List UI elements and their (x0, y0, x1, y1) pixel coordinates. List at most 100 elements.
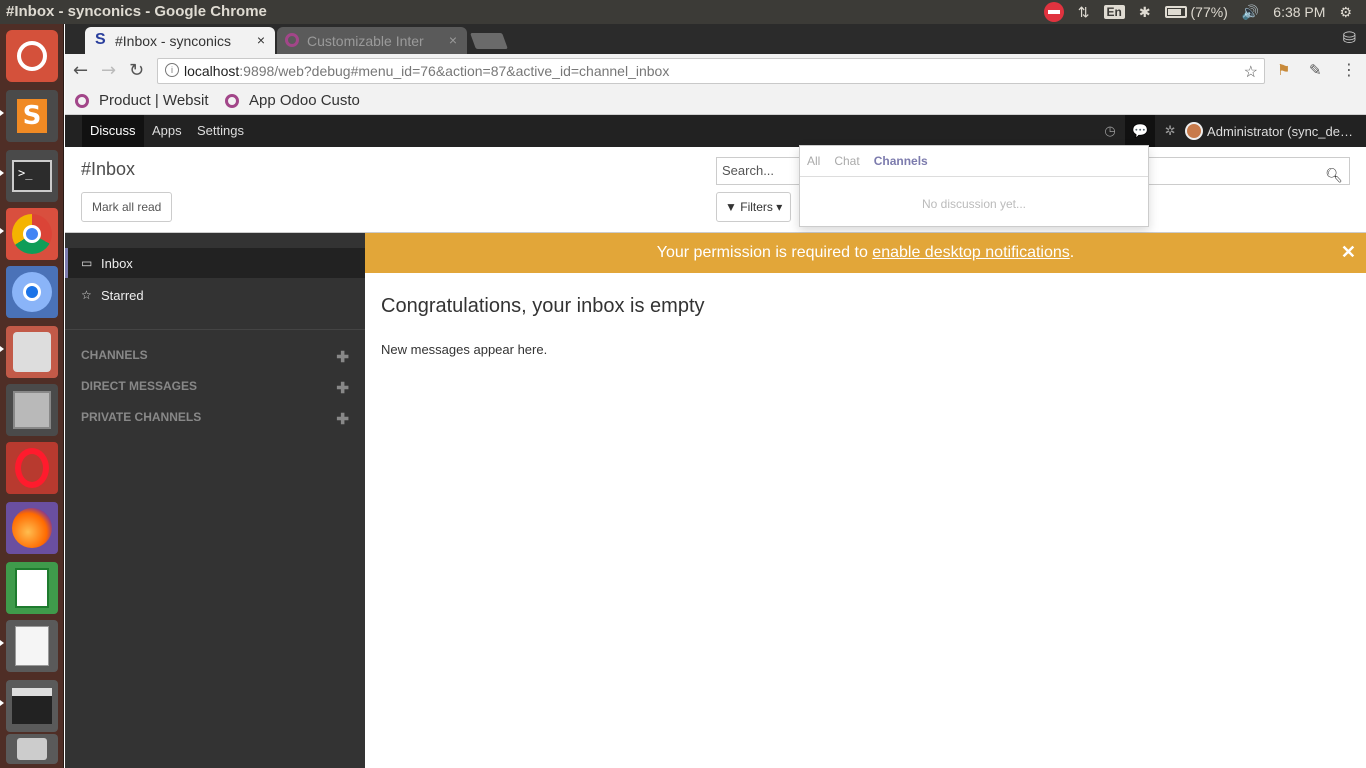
enable-notifications-link[interactable]: enable desktop notifications (872, 244, 1069, 262)
battery-indicator[interactable]: (77%) (1164, 4, 1228, 20)
filters-button[interactable]: ▼ Filters ▾ (716, 192, 792, 222)
extension-icon[interactable]: ⚑ (1277, 61, 1290, 79)
menu-apps[interactable]: Apps (144, 115, 190, 147)
sidebar-item-label: Starred (101, 287, 144, 303)
notification-banner: Your permission is required to enable de… (365, 233, 1366, 273)
filter-channels[interactable]: Channels (874, 154, 928, 168)
running-indicator (0, 228, 4, 234)
odoo-ring-icon (75, 93, 89, 108)
star-icon[interactable]: ☆ (1244, 62, 1258, 82)
search-icon[interactable]: 🔍︎ (1325, 162, 1343, 188)
synconics-favicon-icon: S (95, 31, 106, 48)
discuss-sidebar: ▭ Inbox ☆ Starred CHANNELS ✚ DIRECT MESS… (65, 233, 365, 768)
window-title: #Inbox - synconics - Google Chrome (6, 3, 267, 20)
banner-suffix: . (1069, 244, 1075, 261)
disk-icon[interactable] (6, 326, 58, 378)
odoo-navbar: Discuss Apps Settings ◷ 💬 ✲ Administrato… (65, 115, 1366, 147)
new-tab-button[interactable] (470, 33, 508, 49)
opera-icon[interactable] (6, 442, 58, 494)
back-icon[interactable]: ← (73, 60, 88, 81)
empty-inbox-heading: Congratulations, your inbox is empty (381, 295, 705, 317)
terminal-icon[interactable]: >_ (6, 150, 58, 202)
no-entry-icon[interactable] (1043, 2, 1064, 22)
dropdown-tabs: All Chat Channels (800, 146, 1148, 177)
browser-frame: S #Inbox - synconics × Customizable Inte… (65, 24, 1366, 115)
add-channel-icon[interactable]: ✚ (336, 348, 349, 366)
tab-label: Customizable Inter (307, 33, 424, 49)
tab-customizable[interactable]: Customizable Inter × (277, 27, 467, 55)
add-private-channel-icon[interactable]: ✚ (336, 410, 349, 428)
firefox-icon[interactable] (6, 502, 58, 554)
bookmark-label: Product | Websit (99, 92, 209, 109)
running-indicator (0, 170, 4, 176)
gear-icon[interactable]: ⚙ (1339, 4, 1352, 21)
system-tray: ⇅ En ✱ (77%) 🔊 6:38 PM ⚙ (1043, 0, 1366, 24)
section-private-channels[interactable]: PRIVATE CHANNELS ✚ (81, 410, 349, 428)
odoo-ring-icon (225, 93, 239, 108)
url-host: localhost (184, 63, 240, 79)
empty-inbox-text: New messages appear here. (381, 342, 548, 357)
odoo-favicon-icon (285, 33, 299, 47)
section-direct-messages[interactable]: DIRECT MESSAGES ✚ (81, 379, 349, 397)
running-indicator (0, 346, 4, 352)
close-icon[interactable]: ✕ (1341, 242, 1356, 263)
empty-message: No discussion yet... (921, 197, 1027, 211)
close-icon[interactable]: × (257, 32, 265, 48)
file-manager-icon[interactable] (6, 384, 58, 436)
filter-icon: ▼ (725, 200, 737, 214)
tab-label: #Inbox - synconics (115, 33, 231, 49)
menu-discuss[interactable]: Discuss (82, 115, 144, 147)
mark-all-read-button[interactable]: Mark all read (81, 192, 173, 222)
chromium-icon[interactable] (6, 266, 58, 318)
sublime-text-icon[interactable]: S (6, 90, 58, 142)
odoo-systray: ◷ 💬 ✲ Administrator (sync_de… (1095, 115, 1366, 147)
add-dm-icon[interactable]: ✚ (336, 379, 349, 397)
spreadsheet-icon[interactable] (6, 562, 58, 614)
info-icon[interactable]: i (165, 63, 179, 77)
address-bar[interactable]: i localhost:9898/web?debug#menu_id=76&ac… (157, 58, 1265, 84)
network-icon[interactable]: ⇅ (1078, 4, 1090, 21)
menu-settings[interactable]: Settings (189, 115, 252, 147)
divider (65, 329, 365, 330)
video-editor-icon[interactable] (6, 680, 58, 732)
trash-icon[interactable] (6, 734, 58, 764)
bookmarks-bar: Product | Websit App Odoo Custo (65, 88, 1366, 115)
bug-icon[interactable]: ✲ (1155, 123, 1185, 139)
keyboard-layout-indicator[interactable]: En (1103, 5, 1125, 19)
reload-icon[interactable]: ↻ (129, 60, 144, 81)
bookmark-item[interactable]: App Odoo Custo (225, 92, 360, 109)
main-content: Congratulations, your inbox is empty New… (365, 273, 1366, 768)
menu-icon[interactable]: ⋮ (1341, 60, 1357, 79)
bluetooth-icon[interactable]: ✱ (1139, 4, 1151, 21)
sidebar-item-label: Inbox (101, 255, 133, 271)
browser-toolbar: ← → ↻ i localhost:9898/web?debug#menu_id… (65, 54, 1366, 88)
filter-all[interactable]: All (807, 154, 820, 168)
search-placeholder: Search... (722, 163, 775, 178)
section-label: CHANNELS (81, 348, 148, 362)
clock-icon[interactable]: ◷ (1095, 123, 1125, 139)
ubuntu-logo-icon[interactable] (6, 30, 58, 82)
filters-label: Filters ▾ (740, 200, 783, 214)
sidebar-item-inbox[interactable]: ▭ Inbox (65, 248, 365, 278)
launcher: S >_ (0, 24, 64, 768)
eyedropper-icon[interactable]: ✎ (1309, 61, 1322, 79)
control-panel: #Inbox Mark all read Search... 🔍︎ ▼ Filt… (65, 147, 1366, 233)
user-menu[interactable]: Administrator (sync_de… (1207, 124, 1353, 139)
bookmark-item[interactable]: Product | Websit (75, 92, 209, 109)
text-editor-icon[interactable] (6, 620, 58, 672)
messaging-icon[interactable]: 💬 (1125, 115, 1156, 147)
volume-icon[interactable]: 🔊 (1242, 4, 1259, 21)
battery-icon (1164, 6, 1187, 18)
tab-inbox[interactable]: S #Inbox - synconics × (85, 27, 275, 55)
avatar[interactable] (1185, 122, 1204, 140)
section-label: PRIVATE CHANNELS (81, 410, 202, 424)
banner-text: Your permission is required to (656, 244, 873, 261)
filter-chat[interactable]: Chat (834, 154, 859, 168)
forward-icon[interactable]: → (101, 60, 116, 81)
chrome-icon[interactable] (6, 208, 58, 260)
section-channels[interactable]: CHANNELS ✚ (81, 348, 349, 366)
close-icon[interactable]: × (449, 32, 457, 48)
sidebar-item-starred[interactable]: ☆ Starred (65, 280, 365, 310)
clock[interactable]: 6:38 PM (1273, 4, 1325, 20)
url-path: :9898/web?debug#menu_id=76&action=87&act… (239, 63, 670, 79)
